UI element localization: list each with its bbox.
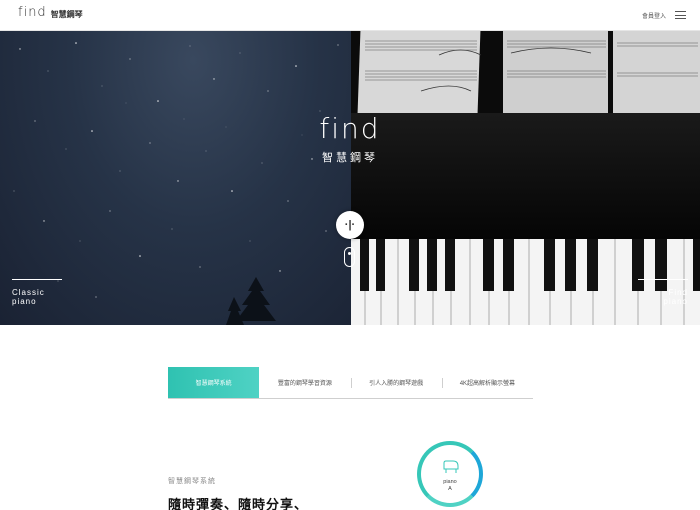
tree-silhouette <box>226 277 276 325</box>
label-divider <box>638 279 688 280</box>
feature-tabs: 智慧鋼琴系統 豐富的鋼琴學習資源 引人入勝的鋼琴遊戲 4K超高解析顯示螢幕 <box>168 367 533 399</box>
classic-label-line2: piano <box>12 297 37 306</box>
logo-subtitle: 智慧鋼琴 <box>50 10 83 19</box>
slider-drag-handle[interactable]: ·|· <box>336 211 364 239</box>
find-piano-label: Find piano <box>638 279 688 306</box>
section-heading: 隨時彈奏、隨時分享、 <box>168 497 309 510</box>
grand-piano-icon <box>443 460 459 473</box>
hero-brand: find 智慧鋼琴 <box>290 113 410 165</box>
hero-comparison-slider[interactable]: find 智慧鋼琴 Classic piano Find piano <box>0 31 700 325</box>
member-login-link[interactable]: 會員登入 <box>642 11 666 20</box>
site-logo[interactable]: find 智慧鋼琴 <box>18 5 83 21</box>
tab-4k-display[interactable]: 4K超高解析顯示螢幕 <box>441 367 533 398</box>
hero-wordmark: find <box>319 112 381 145</box>
product-name: piano A <box>421 479 479 493</box>
hamburger-menu-icon[interactable] <box>675 11 686 19</box>
scroll-down-icon[interactable] <box>344 247 355 267</box>
label-divider <box>12 279 62 280</box>
find-label-line2: piano <box>663 297 688 306</box>
tab-piano-games[interactable]: 引人入勝的鋼琴遊戲 <box>350 367 442 398</box>
top-navigation-bar: find 智慧鋼琴 會員登入 <box>0 0 700 31</box>
classic-label-line1: Classic <box>12 288 45 297</box>
product-name-line2: A <box>448 486 452 492</box>
tab-learning-resources[interactable]: 豐富的鋼琴學習資源 <box>259 367 350 398</box>
logo-wordmark: find <box>18 5 47 20</box>
music-notation <box>365 40 698 92</box>
product-badge-piano-a[interactable]: piano A <box>417 441 483 507</box>
section-eyebrow: 智慧鋼琴系統 <box>168 478 216 485</box>
classic-piano-label: Classic piano <box>12 279 62 306</box>
hero-subtitle: 智慧鋼琴 <box>322 152 378 164</box>
product-name-line1: piano <box>443 479 457 485</box>
drag-handle-icon: ·|· <box>344 219 356 231</box>
find-label-line1: Find <box>668 288 688 297</box>
tab-smart-piano-system[interactable]: 智慧鋼琴系統 <box>168 367 260 398</box>
